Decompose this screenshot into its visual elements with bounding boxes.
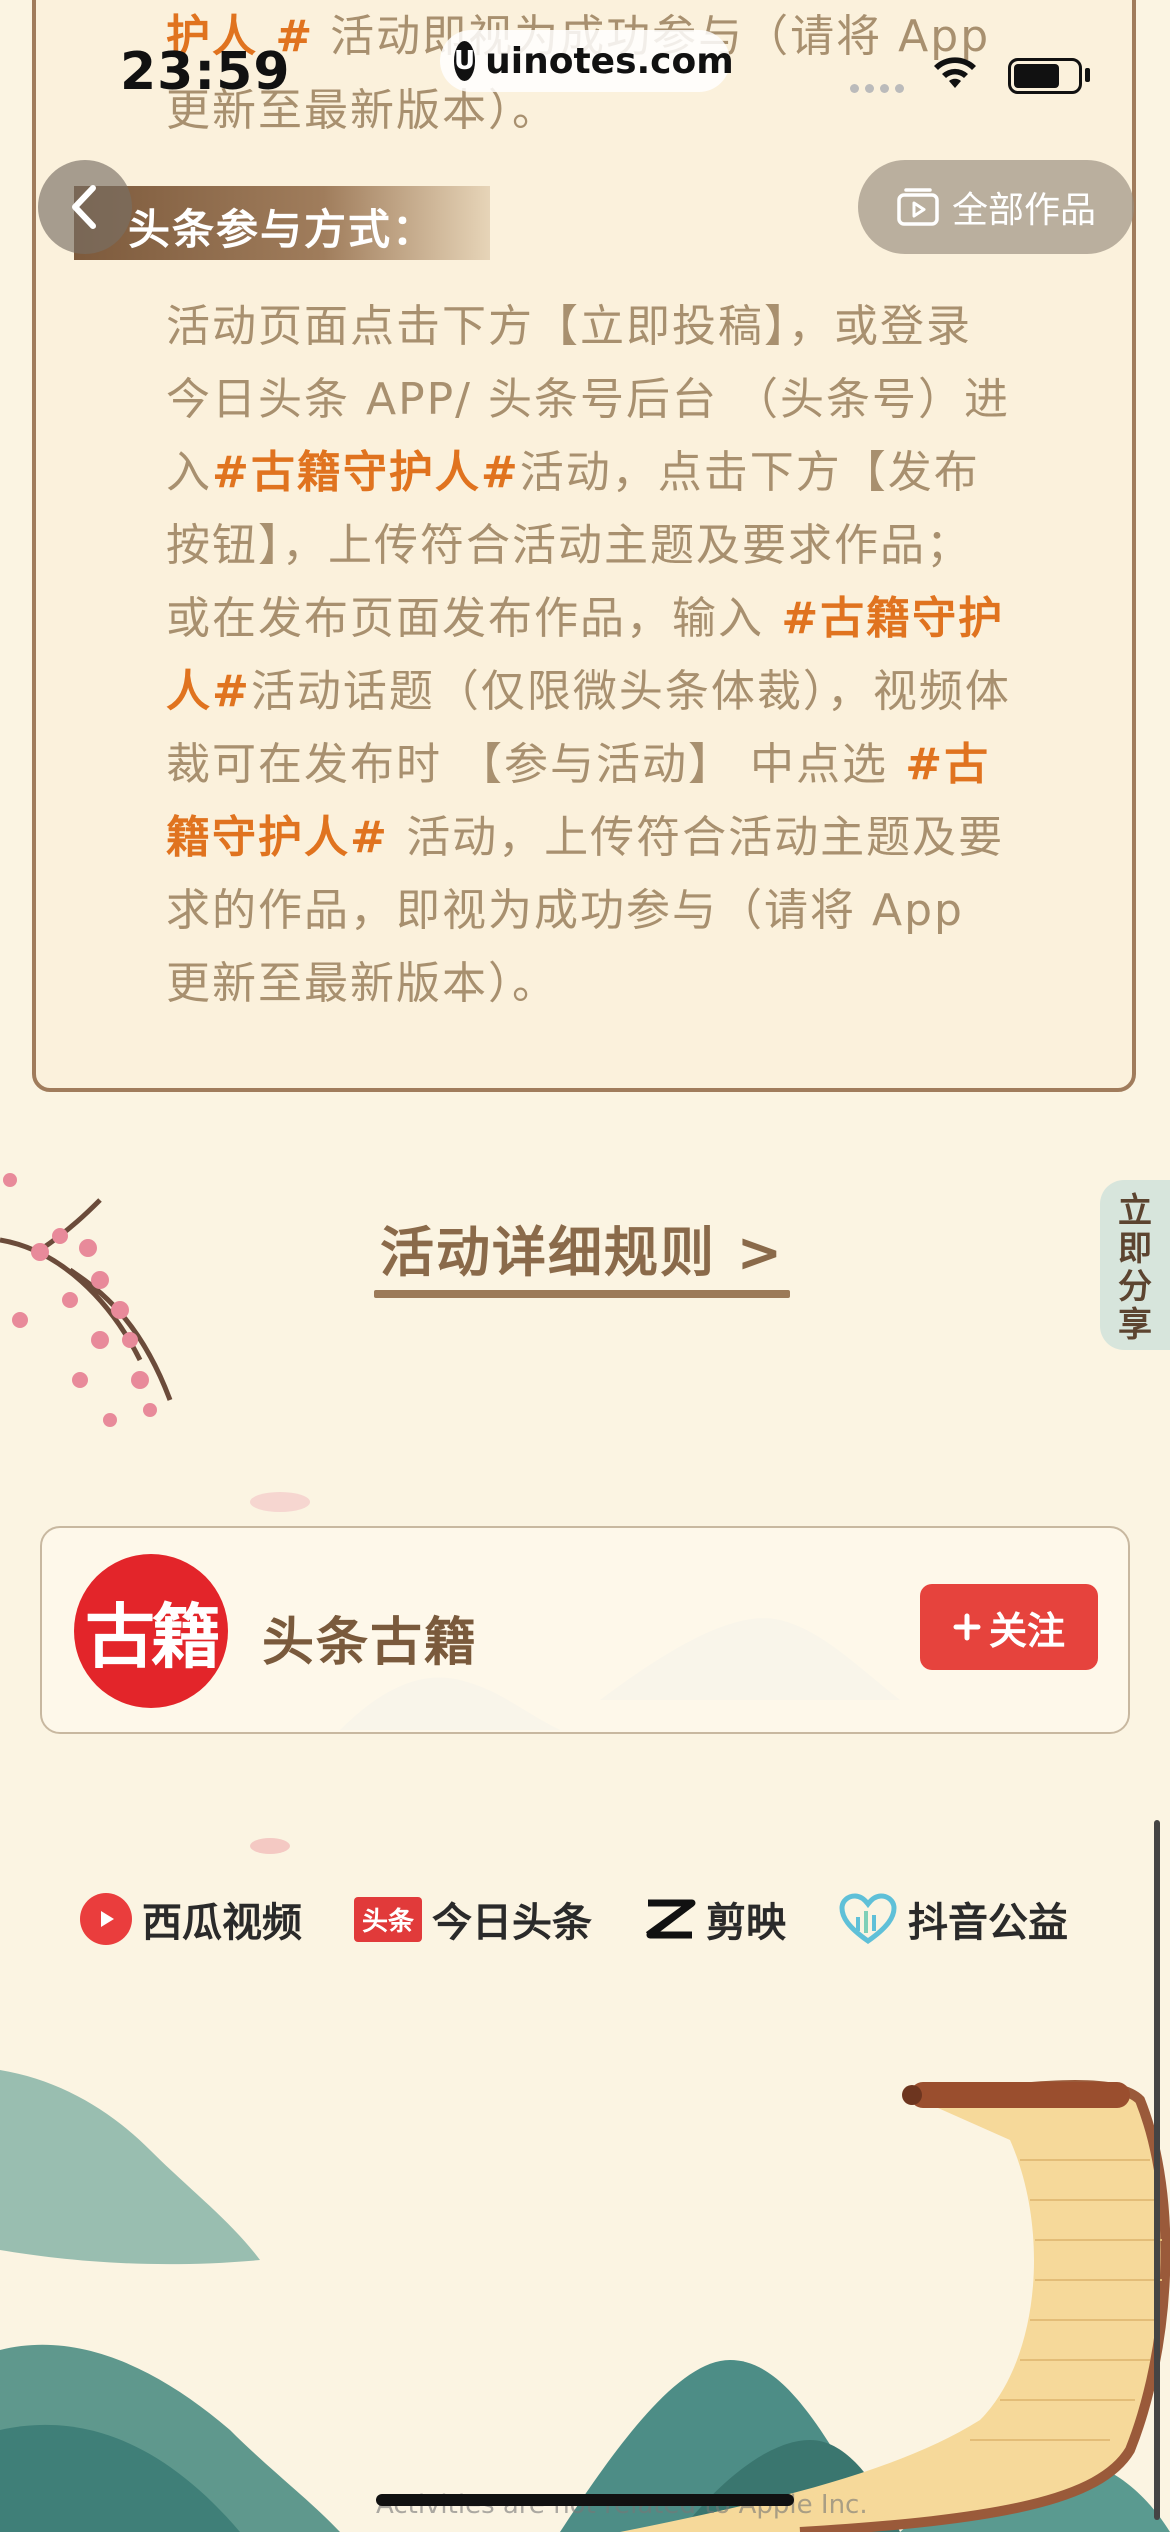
all-works-label: 全部作品 <box>951 190 1096 231</box>
instructions-part-3: 活动话题（仅限微头条体裁），视频体裁可在发布时 【参与活动】 中点选 <box>166 666 1011 790</box>
back-button[interactable] <box>38 160 132 254</box>
partner-douyin-charity: 抖音公益 <box>838 1890 1068 1948</box>
hashtag-highlight: #古籍守护人# <box>212 447 520 498</box>
account-avatar[interactable]: 古籍 <box>74 1554 228 1708</box>
uinotes-logo-icon: U <box>454 41 476 81</box>
follow-label: 关注 <box>988 1608 1065 1653</box>
partner-name: 剪映 <box>706 1900 787 1946</box>
xigua-play-icon <box>80 1893 132 1945</box>
cellular-signal-icon <box>850 84 904 93</box>
home-indicator[interactable] <box>376 2494 794 2506</box>
battery-icon <box>1008 58 1082 94</box>
watermark-text: uinotes.com <box>485 40 734 82</box>
wifi-icon <box>934 57 976 88</box>
account-name[interactable]: 头条古籍 <box>262 1600 478 1675</box>
all-works-button[interactable]: 全部作品 <box>858 160 1134 254</box>
rules-link-underline <box>374 1290 790 1298</box>
partner-name: 抖音公益 <box>908 1900 1069 1946</box>
partner-logos: 西瓜视频 头条 今日头条 剪映 抖音公益 <box>80 1890 1068 1948</box>
partner-jianying: 剪映 <box>644 1890 786 1948</box>
partner-xigua: 西瓜视频 <box>80 1890 302 1948</box>
video-play-icon <box>897 188 939 226</box>
status-time: 23:59 <box>120 42 291 102</box>
toutiao-badge: 头条 <box>354 1896 423 1942</box>
plus-icon <box>953 1613 981 1641</box>
share-now-button[interactable]: 立即分享 <box>1118 1192 1158 1344</box>
partner-toutiao: 头条 今日头条 <box>354 1890 592 1948</box>
blossom-branch-decoration <box>0 1173 173 1427</box>
partner-name: 西瓜视频 <box>142 1900 302 1946</box>
heart-icon <box>839 1893 897 1945</box>
watermark-pill: U uinotes.com <box>440 30 734 92</box>
chevron-left-icon <box>72 185 96 229</box>
detailed-rules-link[interactable]: 活动详细规则 > <box>380 1208 784 1287</box>
battery-tip <box>1085 68 1090 82</box>
participation-instructions: 活动页面点击下方【立即投稿】，或登录今日头条 APP/ 头条号后台 （头条号）进… <box>166 290 1016 1020</box>
follow-button[interactable]: 关注 <box>920 1584 1098 1670</box>
jianying-icon <box>645 1899 696 1939</box>
scrollbar[interactable] <box>1154 1820 1160 2520</box>
section-title: 头条参与方式： <box>128 205 437 254</box>
partner-name: 今日头条 <box>432 1900 593 1946</box>
